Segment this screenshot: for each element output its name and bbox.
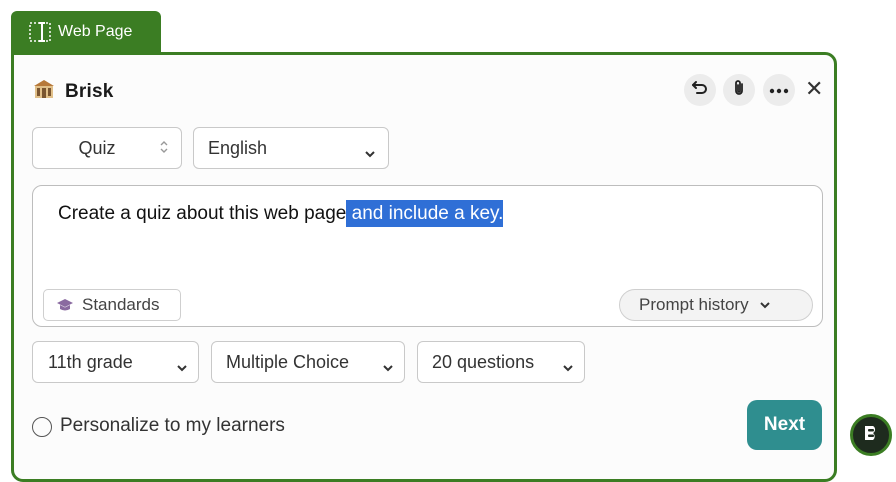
brisk-launcher-button[interactable] — [850, 414, 892, 456]
graduation-cap-icon — [56, 298, 74, 312]
close-icon: ✕ — [805, 76, 824, 101]
prompt-history-button[interactable]: Prompt history — [619, 289, 813, 321]
language-value: English — [208, 137, 268, 158]
undo-button[interactable] — [684, 74, 716, 106]
next-button[interactable]: Next — [747, 400, 822, 450]
updown-chevron-icon — [159, 138, 169, 161]
question-type-value: Multiple Choice — [226, 351, 350, 372]
prompt-text-selected: and include a key. — [346, 200, 504, 227]
quiz-type-stepper[interactable]: Quiz — [32, 127, 182, 169]
panel-header: Brisk — [32, 79, 114, 104]
paperclip-icon — [731, 79, 747, 102]
close-button[interactable]: ✕ — [805, 78, 823, 100]
personalize-checkbox[interactable] — [32, 417, 52, 437]
question-count-value: 20 questions — [432, 351, 535, 372]
chevron-down-icon — [759, 300, 771, 310]
chevron-down-icon — [176, 357, 188, 378]
prompt-text-plain: Create a quiz about this web page — [58, 203, 347, 224]
language-select[interactable]: English — [193, 127, 389, 169]
question-count-select[interactable]: 20 questions — [417, 341, 585, 383]
more-horizontal-icon — [769, 81, 789, 99]
brisk-logo-icon — [32, 79, 56, 104]
brisk-panel: Brisk ✕ Quiz English Create a quiz about… — [11, 52, 837, 482]
brisk-b-icon — [861, 423, 881, 448]
standards-button[interactable]: Standards — [43, 289, 181, 321]
undo-icon — [691, 79, 709, 102]
prompt-text: Create a quiz about this web page and in… — [58, 200, 504, 227]
standards-label: Standards — [82, 295, 160, 314]
tab-web-page[interactable]: Web Page — [11, 11, 161, 53]
grade-value: 11th grade — [48, 351, 133, 372]
more-options-button[interactable] — [763, 74, 795, 106]
tab-label: Web Page — [58, 23, 133, 40]
brand-name: Brisk — [65, 80, 114, 102]
chevron-down-icon — [364, 143, 376, 164]
attach-button[interactable] — [723, 74, 755, 106]
prompt-history-label: Prompt history — [639, 295, 749, 314]
quiz-type-value: Quiz — [78, 137, 116, 158]
personalize-label[interactable]: Personalize to my learners — [60, 415, 285, 437]
chevron-down-icon — [382, 357, 394, 378]
text-selection-icon — [28, 20, 52, 44]
question-type-select[interactable]: Multiple Choice — [211, 341, 405, 383]
chevron-down-icon — [562, 357, 574, 378]
prompt-textarea[interactable]: Create a quiz about this web page and in… — [32, 185, 823, 327]
grade-select[interactable]: 11th grade — [32, 341, 199, 383]
